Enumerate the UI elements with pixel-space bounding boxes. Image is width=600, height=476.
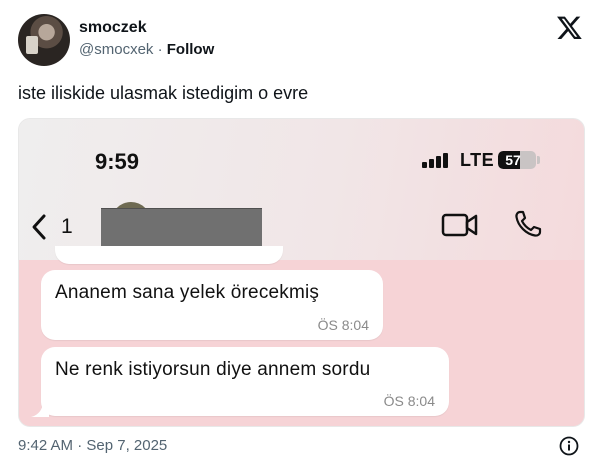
follow-button[interactable]: Follow: [167, 41, 215, 58]
tweet-timestamp[interactable]: 9:42 AM · Sep 7, 2025: [18, 437, 167, 454]
battery-level-text: 57: [505, 152, 521, 168]
message-time: ÖS 8:04: [317, 317, 369, 333]
message-text: Ananem sana yelek örecekmiş: [55, 282, 320, 303]
battery-cap: [537, 156, 540, 164]
author-name[interactable]: smoczek: [79, 19, 147, 37]
phone-header: 9:59 LTE 57 1: [19, 119, 584, 260]
author-avatar[interactable]: [18, 14, 70, 66]
info-icon[interactable]: [559, 436, 579, 456]
bubble-tail: [31, 401, 49, 417]
battery-icon: 57: [498, 151, 536, 169]
network-type: LTE: [460, 150, 495, 170]
chat-messages: Ananem sana yelek örecekmiş ÖS 8:04 Ne r…: [19, 246, 584, 426]
author-handle-row: @smocxek · Follow: [79, 41, 214, 58]
status-bar-time: 9:59: [95, 149, 140, 174]
signal-bars-icon: [422, 152, 450, 168]
tweet-media-screenshot[interactable]: 9:59 LTE 57 1 Ananem sana yelek örecekmi…: [18, 118, 585, 427]
previous-message-bubble: [55, 246, 283, 264]
back-unread-count[interactable]: 1: [61, 215, 73, 239]
handle-separator: ·: [157, 41, 163, 58]
tweet-card: smoczek @smocxek · Follow iste iliskide …: [0, 0, 600, 476]
message-bubble[interactable]: Ananem sana yelek örecekmiş ÖS 8:04: [41, 270, 383, 340]
tweet-text: iste iliskide ulasmak istedigim o evre: [18, 83, 309, 103]
author-handle[interactable]: @smocxek: [79, 41, 153, 58]
message-bubble[interactable]: Ne renk istiyorsun diye annem sordu ÖS 8…: [41, 347, 449, 416]
message-time: ÖS 8:04: [383, 393, 435, 409]
message-text: Ne renk istiyorsun diye annem sordu: [55, 359, 371, 380]
phone-icon[interactable]: [513, 209, 543, 239]
chevron-left-icon[interactable]: [29, 213, 49, 241]
redacted-contact-name: [101, 208, 262, 249]
avatar-phone-shape: [26, 36, 38, 54]
video-camera-icon[interactable]: [441, 211, 479, 239]
x-logo-icon[interactable]: [556, 14, 583, 41]
